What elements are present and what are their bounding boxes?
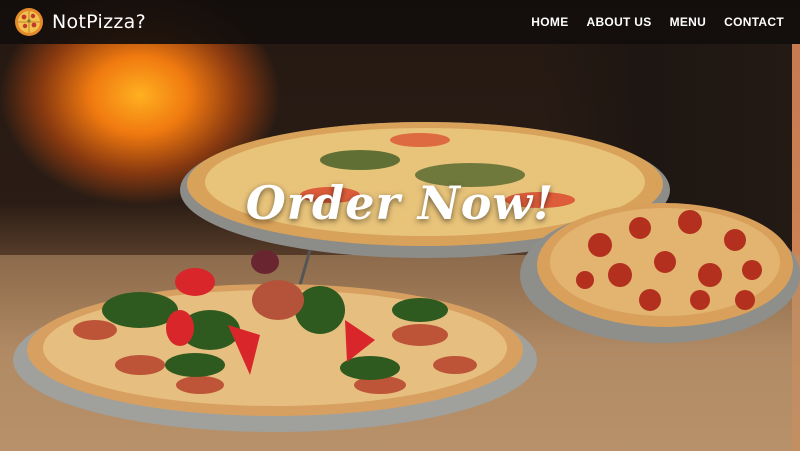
pizza-icon	[15, 8, 43, 36]
landing-page: NotPizza? HOME ABOUT US MENU CONTACT Ord…	[0, 0, 800, 451]
top-navbar: NotPizza? HOME ABOUT US MENU CONTACT	[0, 0, 800, 44]
order-now-heading[interactable]: Order Now!	[0, 176, 800, 230]
nav-links: HOME ABOUT US MENU CONTACT	[531, 15, 784, 29]
brand-name: NotPizza?	[52, 11, 146, 33]
nav-link-about-us[interactable]: ABOUT US	[587, 15, 652, 29]
nav-link-contact[interactable]: CONTACT	[724, 15, 784, 29]
nav-link-home[interactable]: HOME	[531, 15, 568, 29]
nav-link-menu[interactable]: MENU	[670, 15, 707, 29]
brand[interactable]: NotPizza?	[14, 7, 146, 37]
